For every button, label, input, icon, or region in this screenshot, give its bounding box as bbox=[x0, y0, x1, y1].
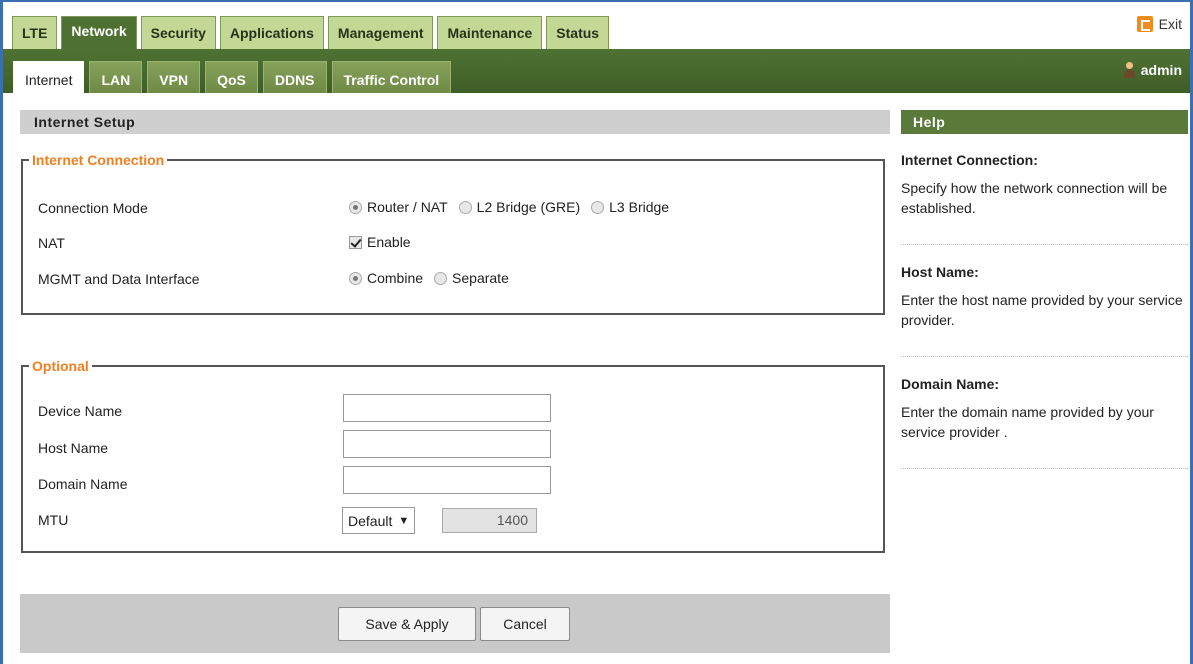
help-item-title: Domain Name: bbox=[901, 376, 1000, 392]
exit-label: Exit bbox=[1158, 16, 1182, 32]
help-item-internet-connection: Internet Connection: Specify how the net… bbox=[901, 152, 1188, 245]
exit-icon bbox=[1136, 16, 1153, 32]
domain-name-input[interactable] bbox=[343, 466, 551, 494]
tab-applications[interactable]: Applications bbox=[219, 16, 324, 51]
help-item-host-name: Host Name: Enter the host name provided … bbox=[901, 264, 1188, 357]
radio-l3-bridge-label: L3 Bridge bbox=[609, 199, 670, 215]
help-item-text: Enter the host name provided by your ser… bbox=[901, 292, 1183, 328]
nat-label: NAT bbox=[38, 235, 65, 251]
subtab-internet[interactable]: Internet bbox=[13, 61, 85, 93]
cancel-button[interactable]: Cancel bbox=[480, 607, 570, 641]
radio-combine[interactable] bbox=[349, 271, 362, 285]
mgmt-options: Combine Separate bbox=[349, 270, 509, 286]
exit-link[interactable]: Exit bbox=[1136, 16, 1182, 32]
radio-l2-bridge[interactable] bbox=[458, 200, 472, 214]
host-name-label: Host Name bbox=[38, 440, 109, 456]
top-nav-bar: LTE Network Security Applications Manage… bbox=[3, 0, 1190, 51]
radio-router-nat[interactable] bbox=[349, 200, 362, 214]
subtab-qos[interactable]: QoS bbox=[205, 61, 258, 93]
button-bar: Save & Apply Cancel bbox=[20, 594, 890, 653]
tab-maintenance[interactable]: Maintenance bbox=[437, 16, 543, 51]
nat-enable-label: Enable bbox=[367, 234, 411, 250]
radio-l3-bridge[interactable] bbox=[591, 200, 605, 214]
radio-router-nat-label: Router / NAT bbox=[367, 199, 448, 215]
tab-network[interactable]: Network bbox=[61, 16, 137, 51]
help-item-domain-name: Domain Name: Enter the domain name provi… bbox=[901, 376, 1188, 469]
connection-mode-label: Connection Mode bbox=[38, 200, 148, 216]
radio-separate-label: Separate bbox=[452, 270, 509, 286]
nat-enable-checkbox[interactable] bbox=[349, 235, 362, 249]
help-title: Help bbox=[901, 110, 1188, 134]
subtab-ddns[interactable]: DDNS bbox=[262, 61, 327, 93]
main-tabs: LTE Network Security Applications Manage… bbox=[12, 16, 610, 51]
user-icon bbox=[1123, 62, 1135, 78]
tab-status[interactable]: Status bbox=[546, 16, 610, 51]
tab-management[interactable]: Management bbox=[327, 16, 434, 51]
help-item-text: Enter the domain name provided by your s… bbox=[901, 404, 1154, 440]
device-name-input[interactable] bbox=[343, 394, 551, 422]
subtab-lan[interactable]: LAN bbox=[89, 61, 143, 93]
mtu-select-value: Default bbox=[348, 512, 393, 529]
sub-tabs: Internet LAN VPN QoS DDNS Traffic Contro… bbox=[13, 61, 452, 93]
tab-lte[interactable]: LTE bbox=[12, 16, 58, 51]
device-name-label: Device Name bbox=[38, 403, 123, 419]
mtu-select[interactable]: Default ▼ bbox=[342, 507, 416, 534]
domain-name-label: Domain Name bbox=[38, 476, 128, 492]
mgmt-label: MGMT and Data Interface bbox=[38, 271, 200, 287]
user-label: admin bbox=[1140, 62, 1182, 78]
radio-l2-bridge-label: L2 Bridge (GRE) bbox=[476, 199, 581, 215]
dropdown-arrow-icon: ▼ bbox=[398, 514, 410, 527]
help-item-title: Internet Connection: bbox=[901, 152, 1038, 168]
subtab-traffic-control[interactable]: Traffic Control bbox=[331, 61, 452, 93]
help-item-title: Host Name: bbox=[901, 264, 979, 280]
nat-control: Enable bbox=[349, 234, 411, 250]
help-item-text: Specify how the network connection will … bbox=[901, 180, 1168, 216]
mtu-value-field: 1400 bbox=[442, 508, 537, 533]
host-name-input[interactable] bbox=[343, 430, 551, 458]
optional-legend: Optional bbox=[32, 358, 89, 374]
internet-connection-legend: Internet Connection bbox=[32, 152, 165, 168]
internet-connection-group: Internet Connection bbox=[21, 152, 885, 315]
save-apply-button[interactable]: Save & Apply bbox=[338, 607, 476, 641]
mtu-label: MTU bbox=[38, 512, 69, 528]
radio-separate[interactable] bbox=[434, 271, 448, 285]
section-title: Internet Setup bbox=[20, 110, 890, 134]
connection-mode-options: Router / NAT L2 Bridge (GRE) L3 Bridge bbox=[349, 199, 669, 215]
tab-security[interactable]: Security bbox=[140, 16, 216, 51]
sub-nav-bar: Internet LAN VPN QoS DDNS Traffic Contro… bbox=[3, 49, 1190, 93]
radio-combine-label: Combine bbox=[367, 270, 424, 286]
subtab-vpn[interactable]: VPN bbox=[147, 61, 201, 93]
user-indicator: admin bbox=[1123, 62, 1182, 78]
